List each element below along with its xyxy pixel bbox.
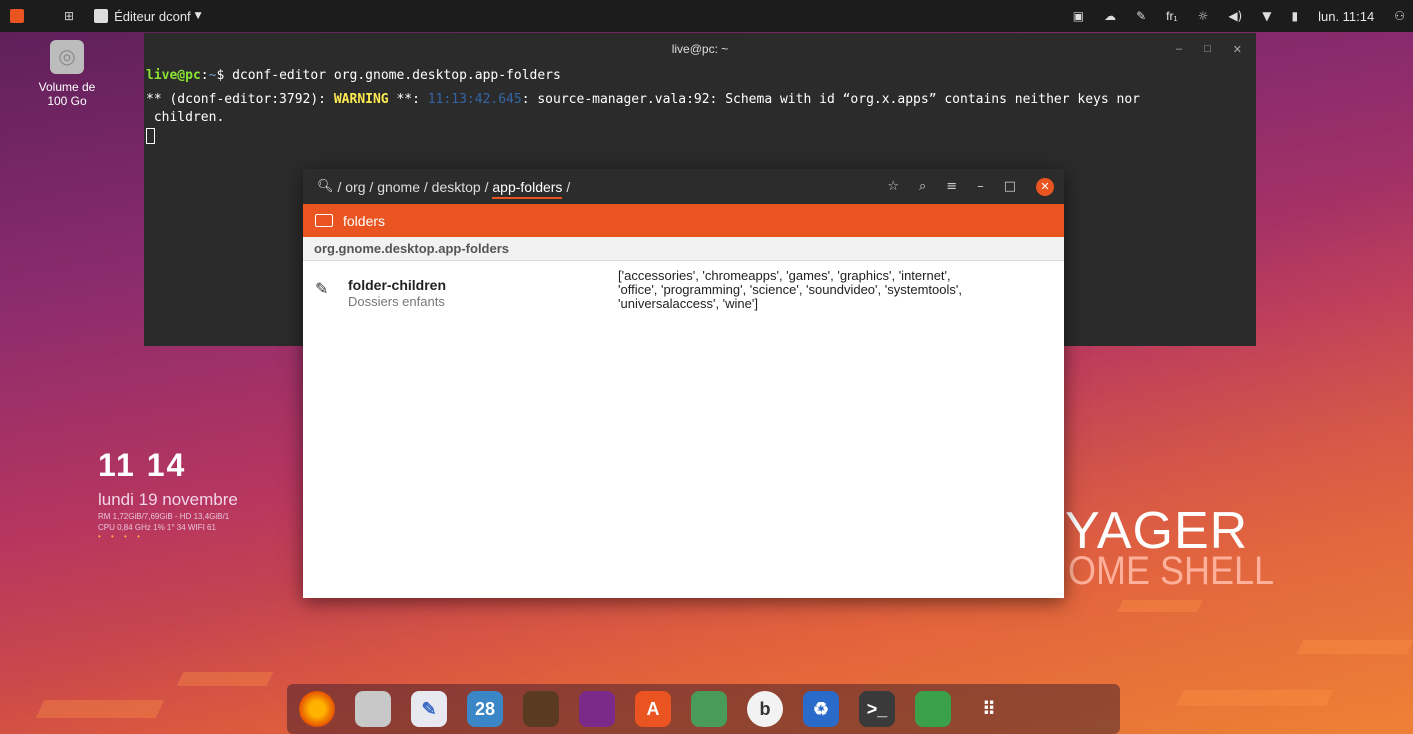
video-icon[interactable] bbox=[579, 691, 615, 727]
trash-icon[interactable]: ♻ bbox=[803, 691, 839, 727]
terminal-warning-line2: children. bbox=[146, 110, 225, 125]
maximize-icon[interactable]: □ bbox=[1004, 179, 1016, 194]
minimize-icon[interactable]: – bbox=[1176, 43, 1182, 55]
widget-date: lundi 19 novembre bbox=[98, 490, 238, 509]
system-tray: ▣ ☁ ✎ fr₁ ☼ ◀) ▼ ▮ lun. 11:14 ⚇ bbox=[1073, 0, 1405, 32]
key-name: folder-children bbox=[348, 277, 447, 293]
minimize-icon[interactable]: – bbox=[977, 179, 984, 194]
path-search-icon[interactable]: 🔍︎ bbox=[317, 179, 334, 194]
clock[interactable]: lun. 11:14 bbox=[1318, 9, 1374, 24]
key-description: Dossiers enfants bbox=[348, 294, 445, 309]
schema-header: org.gnome.desktop.app-folders bbox=[303, 237, 1064, 261]
key-value: ['accessories', 'chromeapps', 'games', '… bbox=[618, 268, 962, 311]
close-icon[interactable]: ✕ bbox=[1036, 177, 1054, 196]
chevron-down-icon[interactable]: ▼ bbox=[195, 11, 202, 21]
pen-icon[interactable]: ✎ bbox=[1136, 9, 1146, 23]
wifi-icon[interactable]: ▼ bbox=[1262, 9, 1271, 23]
terminal-title: live@pc: ~ bbox=[671, 42, 729, 56]
edit-key-icon: ✎ bbox=[315, 281, 329, 298]
battery-icon[interactable]: ▮ bbox=[1291, 9, 1298, 23]
search-icon[interactable]: ⌕ bbox=[919, 179, 926, 194]
activities-icon[interactable] bbox=[10, 9, 24, 23]
terminal-prompt-line: live@pc:~$ dconf-editor org.gnome.deskto… bbox=[146, 68, 561, 83]
cloud-icon[interactable]: ☁ bbox=[1104, 9, 1116, 23]
tv-icon[interactable] bbox=[523, 691, 559, 727]
terminal-output[interactable]: live@pc:~$ dconf-editor org.gnome.deskto… bbox=[144, 65, 1256, 147]
folder-icon bbox=[315, 214, 333, 227]
widget-time: 11 14 bbox=[98, 447, 187, 483]
dconf-editor-window[interactable]: 🔍︎ / org / gnome / desktop / app-folders… bbox=[303, 169, 1064, 598]
top-panel: ⊞ Éditeur dconf ▼ ▣ ☁ ✎ fr₁ ☼ ◀) ▼ ▮ lun… bbox=[0, 0, 1413, 32]
settings-toggle-icon[interactable] bbox=[691, 691, 727, 727]
keyboard-layout-indicator[interactable]: fr₁ bbox=[1166, 9, 1177, 23]
app-menu-label[interactable]: Éditeur dconf bbox=[114, 9, 191, 24]
firefox-icon[interactable] bbox=[299, 691, 335, 727]
widget-sys-line2: CPU 0,84 GHz 1% 1° 34 WIFI 61 bbox=[98, 523, 216, 532]
desktop-volume[interactable]: ◎ Volume de 100 Go bbox=[22, 40, 112, 108]
calendar-icon[interactable]: 28 bbox=[467, 691, 503, 727]
widget-sys-line1: RM 1,72GiB/7,69GiB - HD 13,4GiB/1 bbox=[98, 512, 230, 521]
volume-icon[interactable]: ◀) bbox=[1228, 9, 1242, 23]
folder-row-folders[interactable]: folders bbox=[303, 204, 1064, 237]
breadcrumb[interactable]: / org / gnome / desktop / app-folders / bbox=[338, 178, 570, 199]
spreadsheet-icon[interactable] bbox=[915, 691, 951, 727]
folder-label: folders bbox=[343, 212, 386, 229]
b-app-icon[interactable]: b bbox=[747, 691, 783, 727]
dock: ✎ 28 A b ♻ >_ ⠿ bbox=[287, 684, 1120, 734]
desktop-clock-widget: 11 14 lundi 19 novembre RM 1,72GiB/7,69G… bbox=[98, 447, 238, 541]
maximize-icon[interactable]: □ bbox=[1204, 43, 1211, 55]
terminal-titlebar[interactable]: live@pc: ~ – □ ✕ bbox=[144, 33, 1256, 65]
show-applications-icon[interactable]: ⠿ bbox=[971, 691, 1007, 727]
terminal-warning-line: ** (dconf-editor:3792): WARNING **: 11:1… bbox=[146, 92, 1141, 107]
widget-dots: • • • • bbox=[98, 532, 144, 541]
wallpaper-brand-subtitle: OME SHELL bbox=[1068, 547, 1275, 593]
app-grid-icon[interactable]: ⊞ bbox=[64, 9, 74, 23]
brightness-icon[interactable]: ☼ bbox=[1198, 9, 1209, 23]
terminal-cursor bbox=[146, 127, 1254, 145]
dconf-app-icon bbox=[94, 9, 109, 23]
terminal-icon[interactable]: >_ bbox=[859, 691, 895, 727]
volume-label-line1: Volume de bbox=[38, 80, 96, 94]
software-center-icon[interactable]: A bbox=[635, 691, 671, 727]
files-icon[interactable] bbox=[355, 691, 391, 727]
disk-icon: ◎ bbox=[50, 40, 84, 74]
close-icon[interactable]: ✕ bbox=[1233, 43, 1242, 56]
user-icon[interactable]: ⚇ bbox=[1394, 9, 1405, 23]
hamburger-menu-icon[interactable]: ≡ bbox=[946, 179, 957, 194]
key-row-folder-children[interactable]: ✎ folder-children Dossiers enfants ['acc… bbox=[303, 261, 1064, 319]
volume-label-line2: 100 Go bbox=[47, 94, 87, 108]
screenshot-icon[interactable]: ▣ bbox=[1073, 9, 1084, 23]
bookmark-star-icon[interactable]: ☆ bbox=[887, 179, 899, 194]
text-editor-icon[interactable]: ✎ bbox=[411, 691, 447, 727]
breadcrumb-current: app-folders bbox=[492, 178, 563, 199]
dconf-headerbar[interactable]: 🔍︎ / org / gnome / desktop / app-folders… bbox=[303, 169, 1064, 204]
